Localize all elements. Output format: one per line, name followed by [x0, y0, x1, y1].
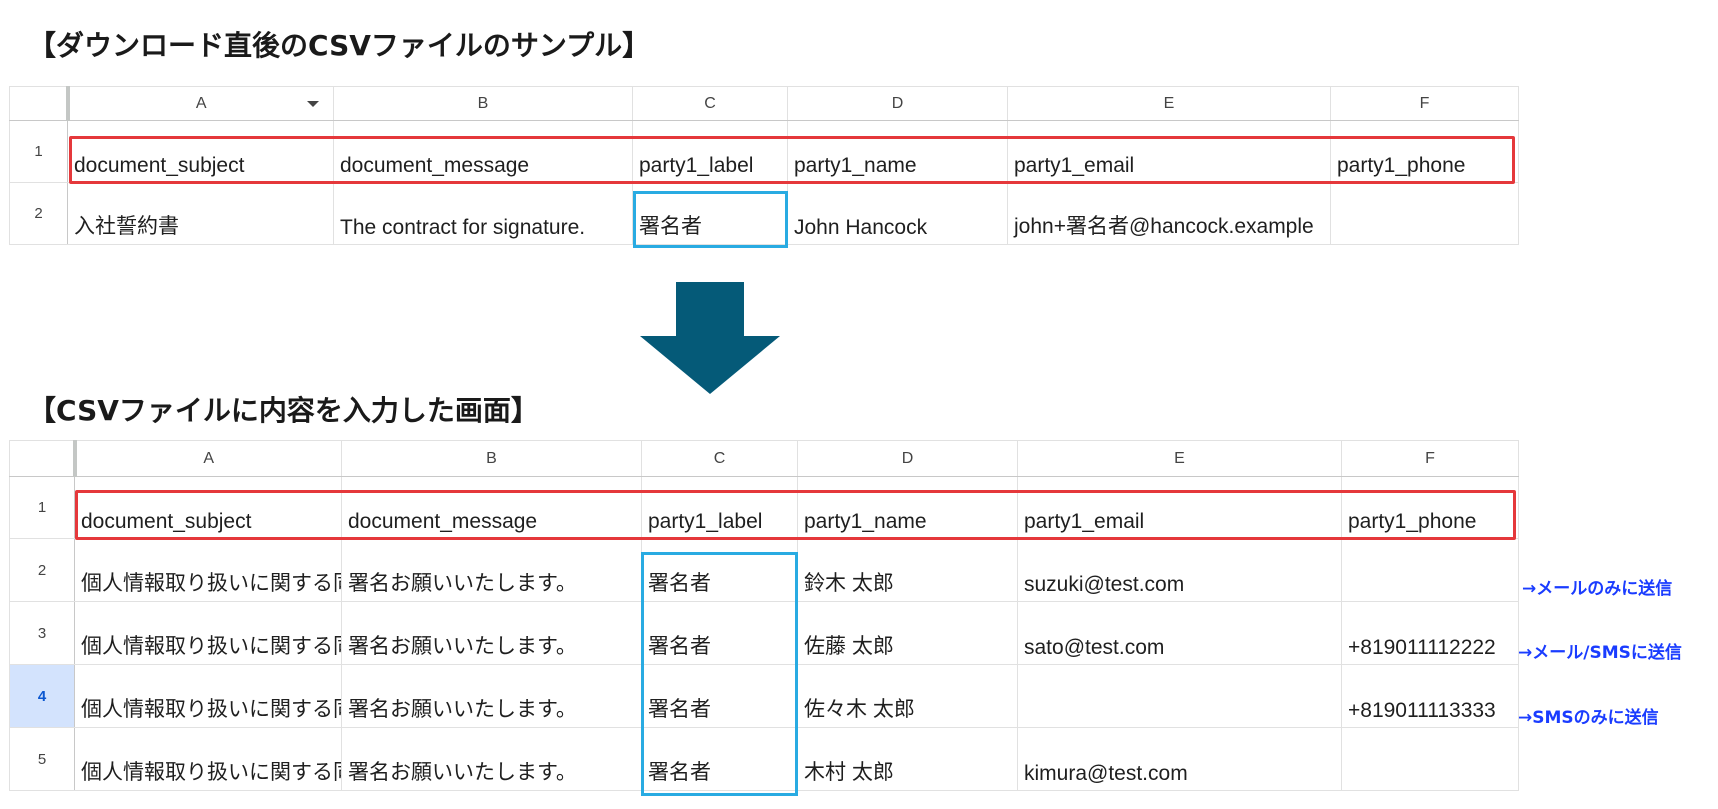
cell[interactable]: 鈴木 太郎	[797, 538, 1018, 602]
cell[interactable]: john+署名者@hancock.example	[1007, 182, 1331, 245]
column-header-c[interactable]: C	[641, 440, 798, 477]
column-header-e[interactable]: E	[1017, 440, 1342, 477]
cell[interactable]: kimura@test.com	[1017, 727, 1342, 791]
cell[interactable]: The contract for signature.	[333, 182, 633, 245]
down-arrow-icon	[640, 282, 780, 394]
row-header[interactable]: 1	[9, 120, 68, 183]
row-header[interactable]: 5	[9, 727, 75, 791]
note-email-only: →メールのみに送信	[1522, 579, 1673, 599]
select-all-corner[interactable]	[9, 86, 70, 121]
cell[interactable]: 佐々木 太郎	[797, 664, 1018, 728]
label-column-highlight	[641, 552, 798, 796]
row-header[interactable]: 2	[9, 538, 75, 602]
heading-download-sample: 【ダウンロード直後のCSVファイルのサンプル】	[28, 29, 651, 62]
column-header-b[interactable]: B	[333, 86, 633, 121]
cell[interactable]: 入社誓約書	[67, 182, 334, 245]
cell[interactable]: 佐藤 太郎	[797, 601, 1018, 665]
column-header-d[interactable]: D	[797, 440, 1018, 477]
column-header-f[interactable]: F	[1330, 86, 1519, 121]
cell[interactable]: 個人情報取り扱いに関する同意書	[74, 601, 342, 665]
cell[interactable]: 個人情報取り扱いに関する同意書	[74, 664, 342, 728]
cell[interactable]	[1330, 182, 1519, 245]
cell[interactable]	[1341, 538, 1519, 602]
column-header-a[interactable]: A	[74, 440, 342, 477]
cell[interactable]: +819011112222	[1341, 601, 1519, 665]
cell[interactable]: 署名お願いいたします。	[341, 664, 642, 728]
cell[interactable]: 署名お願いいたします。	[341, 538, 642, 602]
header-row-highlight	[69, 136, 1515, 184]
column-header-a[interactable]: A	[67, 86, 334, 121]
cell[interactable]: suzuki@test.com	[1017, 538, 1342, 602]
cell[interactable]: 個人情報取り扱いに関する同意書	[74, 538, 342, 602]
column-header-b[interactable]: B	[341, 440, 642, 477]
cell[interactable]: 署名お願いいたします。	[341, 727, 642, 791]
cell[interactable]: 個人情報取り扱いに関する同意書	[74, 727, 342, 791]
cell[interactable]: John Hancock	[787, 182, 1008, 245]
column-header-f[interactable]: F	[1341, 440, 1519, 477]
cell[interactable]	[1341, 727, 1519, 791]
row-header[interactable]: 1	[9, 476, 75, 539]
cell[interactable]: sato@test.com	[1017, 601, 1342, 665]
filter-dropdown-icon[interactable]	[307, 100, 319, 107]
column-header-e[interactable]: E	[1007, 86, 1331, 121]
column-header-d[interactable]: D	[787, 86, 1008, 121]
select-all-corner[interactable]	[9, 440, 77, 477]
label-cell-highlight	[633, 191, 788, 248]
heading-filled-sheet: 【CSVファイルに内容を入力した画面】	[28, 394, 539, 427]
cell[interactable]	[1017, 664, 1342, 728]
column-header-c[interactable]: C	[632, 86, 788, 121]
note-email-sms: →メール/SMSに送信	[1518, 643, 1682, 663]
row-header-selected[interactable]: 4	[9, 664, 75, 728]
cell[interactable]: +819011113333	[1341, 664, 1519, 728]
row-header[interactable]: 2	[9, 182, 68, 245]
cell[interactable]: 木村 太郎	[797, 727, 1018, 791]
note-sms-only: →SMSのみに送信	[1518, 708, 1659, 728]
cell[interactable]: 署名お願いいたします。	[341, 601, 642, 665]
header-row-highlight	[75, 490, 1516, 540]
row-header[interactable]: 3	[9, 601, 75, 665]
